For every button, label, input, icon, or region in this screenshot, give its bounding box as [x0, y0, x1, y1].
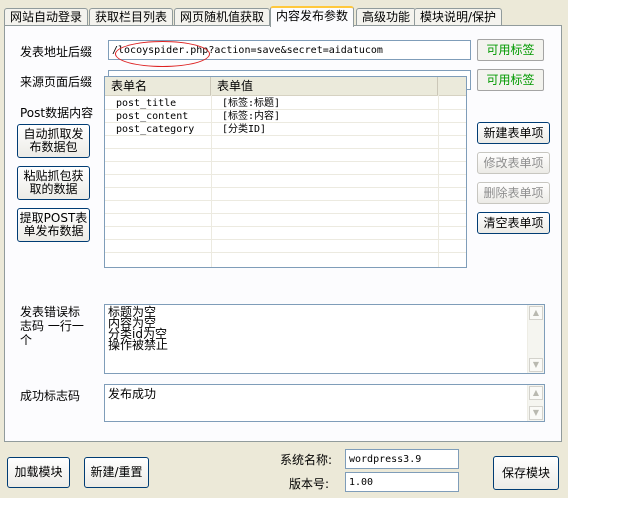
- paste-capture-button[interactable]: 粘贴抓包获取的数据: [17, 166, 90, 200]
- auto-capture-button-label: 自动抓取发布数据包: [23, 127, 84, 154]
- system-name-input[interactable]: wordpress3.9: [345, 449, 459, 469]
- scroll-down-icon[interactable]: ▼: [529, 406, 543, 420]
- publish-url-label: 发表地址后缀: [20, 45, 93, 59]
- error-code-line: 标题为空: [108, 305, 157, 319]
- edit-form-item-button[interactable]: 修改表单项: [477, 152, 550, 174]
- error-code-line: 操作被禁止: [108, 338, 169, 352]
- tab-column-list[interactable]: 获取栏目列表: [89, 8, 174, 26]
- scroll-down-icon[interactable]: ▼: [529, 358, 543, 372]
- row-form-name: post_content: [116, 111, 189, 122]
- grid-hline: [105, 148, 466, 149]
- row-form-value: [标签:标题]: [222, 98, 281, 109]
- tab-module-info[interactable]: 模块说明/保护: [414, 8, 503, 26]
- version-label: 版本号:: [289, 477, 330, 491]
- success-code-scrollbar[interactable]: ▲ ▼: [527, 385, 544, 421]
- grid-hline: [105, 200, 466, 201]
- row-form-name: post_title: [116, 98, 177, 109]
- tab-advanced[interactable]: 高级功能: [356, 8, 417, 26]
- grid-hline: [105, 252, 466, 253]
- scroll-up-icon[interactable]: ▲: [529, 386, 543, 400]
- new-form-item-button[interactable]: 新建表单项: [477, 122, 550, 144]
- app-window: 网站自动登录 获取栏目列表 网页随机值获取 内容发布参数 高级功能 模块说明/保…: [0, 0, 568, 498]
- save-module-button[interactable]: 保存模块: [493, 456, 559, 490]
- grid-hline: [105, 187, 466, 188]
- column-form-name[interactable]: 表单名: [105, 77, 211, 95]
- row-form-value: [分类ID]: [222, 124, 267, 135]
- new-reset-button[interactable]: 新建/重置: [84, 457, 149, 488]
- column-spacer: [438, 77, 466, 95]
- error-codes-textarea[interactable]: 标题为空 内容为空 分类id为空 操作被禁止 ▲ ▼: [104, 304, 545, 374]
- load-module-button[interactable]: 加载模块: [7, 457, 70, 488]
- source-url-tags-button[interactable]: 可用标签: [477, 69, 544, 91]
- auto-capture-button[interactable]: 自动抓取发布数据包: [17, 124, 90, 158]
- grid-hline: [105, 226, 466, 227]
- publish-url-tags-button[interactable]: 可用标签: [477, 39, 544, 61]
- grid-hline: [105, 161, 466, 162]
- red-annotation-ellipse: [115, 41, 210, 67]
- extract-post-button[interactable]: 提取POST表单发布数据: [17, 208, 90, 242]
- scroll-up-icon[interactable]: ▲: [529, 306, 543, 320]
- grid-hline: [105, 239, 466, 240]
- grid-hline: [105, 174, 466, 175]
- success-code-textarea[interactable]: 发布成功 ▲ ▼: [104, 384, 545, 422]
- success-code-value: 发布成功: [108, 387, 157, 401]
- system-name-label: 系统名称:: [280, 453, 333, 467]
- table-row[interactable]: post_title [标签:标题]: [105, 97, 466, 110]
- source-url-label: 来源页面后缀: [20, 75, 93, 89]
- error-codes-scrollbar[interactable]: ▲ ▼: [527, 305, 544, 373]
- tab-site-login[interactable]: 网站自动登录: [4, 8, 89, 26]
- list-header: 表单名 表单值: [105, 77, 466, 96]
- post-data-label: Post数据内容: [20, 106, 94, 120]
- row-form-value: [标签:内容]: [222, 111, 281, 122]
- error-code-line: 内容为空: [108, 316, 157, 330]
- delete-form-item-button[interactable]: 删除表单项: [477, 182, 550, 204]
- error-code-line: 分类id为空: [108, 327, 167, 341]
- table-row[interactable]: post_category [分类ID]: [105, 123, 466, 136]
- version-input[interactable]: 1.00: [345, 472, 459, 492]
- post-form-list[interactable]: 表单名 表单值 post_title [标签:标题] post_content …: [104, 76, 467, 268]
- error-codes-label: 发表错误标志码 一行一个: [20, 305, 84, 347]
- tab-random-value[interactable]: 网页随机值获取: [174, 8, 271, 26]
- clear-form-items-button[interactable]: 清空表单项: [477, 212, 550, 234]
- column-form-value[interactable]: 表单值: [211, 77, 438, 95]
- tab-publish-params[interactable]: 内容发布参数: [270, 6, 355, 27]
- row-form-name: post_category: [116, 124, 195, 135]
- success-code-label: 成功标志码: [20, 389, 81, 403]
- grid-hline: [105, 213, 466, 214]
- extract-post-button-label: 提取POST表单发布数据: [19, 211, 88, 238]
- paste-capture-button-label: 粘贴抓包获取的数据: [23, 169, 84, 196]
- table-row[interactable]: post_content [标签:内容]: [105, 110, 466, 123]
